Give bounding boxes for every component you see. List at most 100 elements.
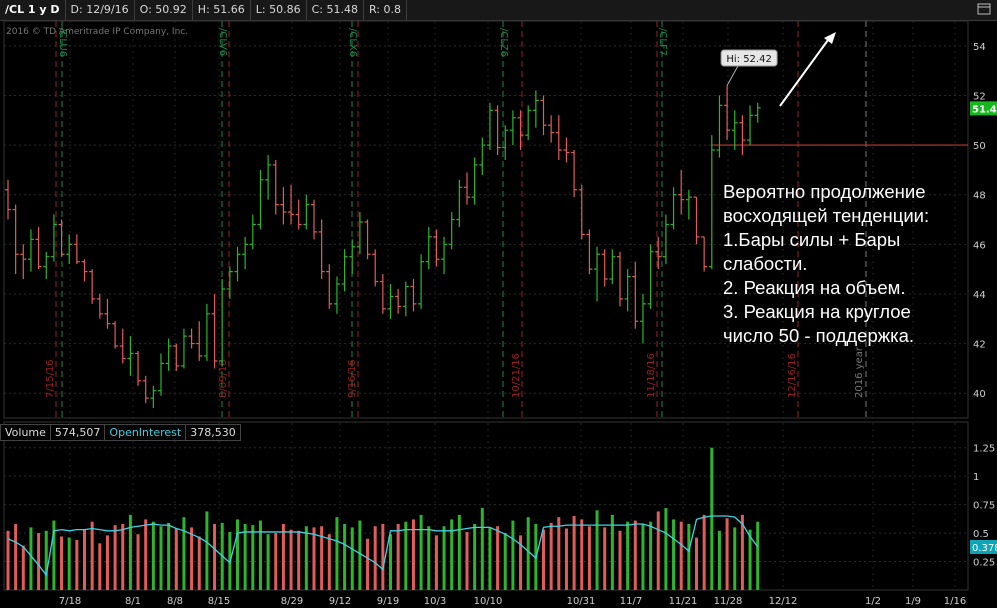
- ohlc-bar: [670, 187, 677, 230]
- ohlc-bar: [135, 351, 142, 386]
- volume-tick-label: 0.75: [973, 501, 995, 512]
- annotation-line: 3. Реакция на круглое: [723, 301, 911, 322]
- ohlc-bar: [479, 137, 486, 175]
- ohlc-bar: [410, 279, 417, 312]
- date-tick-label: 8/8: [167, 596, 183, 607]
- ohlc-bar: [617, 251, 623, 307]
- ohlc-bar: [20, 244, 27, 280]
- date-tick-label: 11/21: [669, 596, 698, 607]
- volume-bar: [679, 521, 683, 590]
- volume-tick-label: 0.5: [973, 529, 989, 540]
- ohlc-bar: [196, 321, 203, 361]
- volume-bar: [75, 539, 79, 590]
- volume-bar: [327, 534, 331, 590]
- date-tick-label: 1/16: [944, 596, 966, 607]
- current-price-label: 51.48: [972, 104, 997, 115]
- volume-value: 574,507: [50, 424, 106, 441]
- volume-bar: [29, 527, 33, 590]
- volume-bar: [243, 523, 247, 590]
- volume-bar: [197, 536, 201, 590]
- volume-tick-label: 1: [973, 472, 979, 483]
- annotation-line: число 50 - поддержка.: [723, 325, 915, 346]
- ohlc-bar: [341, 249, 348, 292]
- annotation-line: Вероятно продолжение: [723, 181, 926, 202]
- ohlc-bar: [724, 85, 731, 141]
- volume-bar: [205, 511, 209, 590]
- ohlc-bar: [609, 249, 616, 285]
- hi-callout-leader: [726, 63, 740, 86]
- ohlc-bar: [188, 328, 195, 349]
- price-tick-label: 40: [973, 389, 986, 400]
- volume-bar: [496, 526, 500, 590]
- ohlc-bar: [739, 115, 746, 155]
- volume-bar: [67, 537, 71, 590]
- volume-panel-header: Volume 574,507 OpenInterest 378,530: [0, 424, 241, 441]
- ohlc-bar: [563, 137, 570, 163]
- date-tick-label: 1/2: [865, 596, 881, 607]
- volume-bar: [442, 526, 446, 590]
- volume-bar: [488, 527, 492, 590]
- annotation-line: 1.Бары силы + Бары: [723, 229, 901, 250]
- ohlc-bar: [326, 264, 333, 309]
- ohlc-bar: [81, 259, 88, 282]
- volume-bar: [610, 514, 614, 590]
- date-tick-label: 10/3: [424, 596, 446, 607]
- ohlc-bar: [517, 110, 524, 151]
- volume-bar: [618, 530, 622, 590]
- expiration-label: 9/16/16: [347, 359, 358, 398]
- date-tick-label: 1/9: [905, 596, 921, 607]
- volume-bar: [98, 543, 102, 590]
- ohlc-bar: [532, 90, 539, 128]
- price-tick-label: 54: [973, 42, 986, 53]
- annotation-line: 2. Реакция на объем.: [723, 277, 906, 298]
- ohlc-bar: [265, 154, 272, 200]
- ohlc-bar: [578, 184, 585, 240]
- contract-roll-label: /CLU6: [57, 28, 68, 57]
- volume-bar: [174, 528, 178, 590]
- volume-bar: [626, 521, 630, 590]
- volume-bar: [664, 508, 668, 590]
- volume-bar: [480, 508, 484, 590]
- ohlc-bar: [701, 236, 708, 272]
- ohlc-bar: [58, 219, 65, 257]
- ohlc-bar: [303, 194, 310, 230]
- trend-arrow-shaft: [779, 39, 829, 107]
- volume-bar: [542, 529, 545, 590]
- ohlc-bar: [586, 229, 593, 275]
- volume-tick-label: 1.25: [973, 444, 995, 455]
- volume-bar: [312, 527, 316, 590]
- volume-bar: [335, 517, 339, 590]
- ohlc-bar: [448, 212, 455, 250]
- ohlc-bar: [662, 214, 669, 265]
- volume-bar: [373, 526, 377, 590]
- volume-bar: [695, 537, 698, 590]
- ohlc-bar: [601, 249, 608, 287]
- ohlc-bar: [639, 293, 646, 344]
- volume-label[interactable]: Volume: [0, 424, 51, 441]
- ohlc-bar: [456, 179, 463, 227]
- open-interest-label[interactable]: OpenInterest: [105, 424, 187, 441]
- volume-bar: [366, 538, 370, 590]
- ohlc-bar: [96, 293, 103, 319]
- contract-roll-label: /CLX6: [347, 28, 358, 57]
- volume-bar: [90, 521, 94, 590]
- ohlc-bar: [43, 251, 50, 280]
- volume-bar: [37, 533, 41, 590]
- volume-bar: [641, 523, 645, 590]
- volume-bar: [83, 529, 86, 590]
- ohlc-bar: [5, 179, 11, 220]
- volume-bar: [511, 520, 515, 590]
- volume-bar: [190, 527, 194, 590]
- volume-bar: [434, 535, 438, 590]
- ohlc-bar: [104, 298, 111, 329]
- ohlc-bar: [509, 110, 516, 146]
- ohlc-bar: [226, 266, 233, 299]
- ohlc-bar: [257, 169, 264, 230]
- ohlc-bar: [280, 187, 287, 225]
- open-interest-badge-label: 0.378: [972, 543, 997, 554]
- volume-bar: [649, 521, 653, 590]
- volume-bar: [733, 527, 737, 590]
- hi-callout-label: Hi: 52.42: [726, 54, 771, 65]
- ohlc-bar: [494, 105, 501, 155]
- price-tick-label: 46: [973, 240, 986, 251]
